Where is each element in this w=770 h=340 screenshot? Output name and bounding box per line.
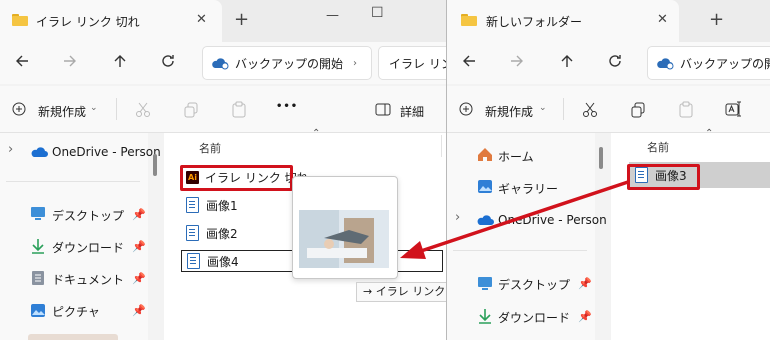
drag-arrow-annotation [400,180,629,259]
